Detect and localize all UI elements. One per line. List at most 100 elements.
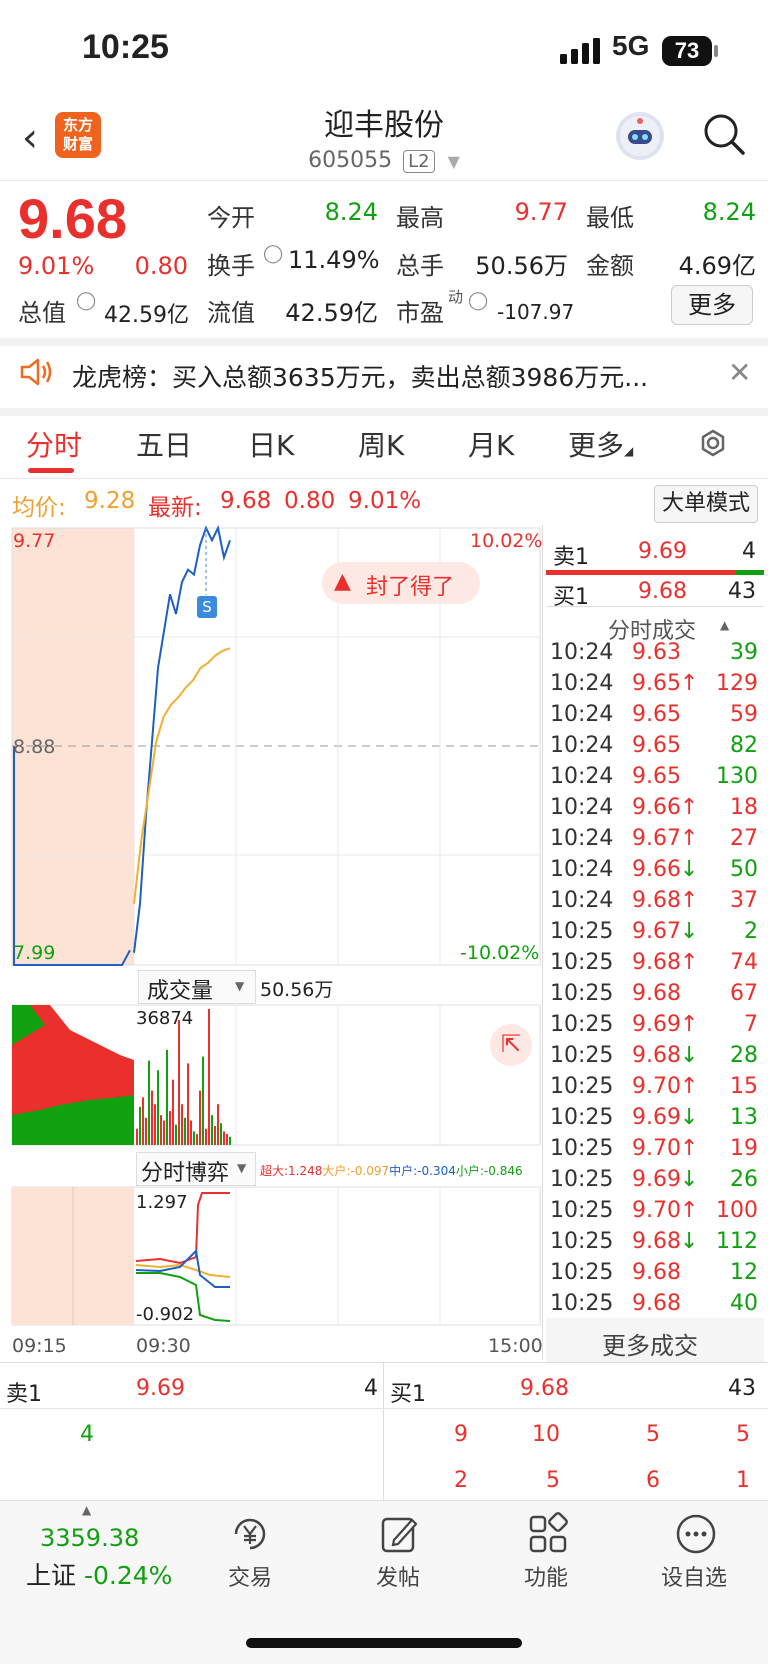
trade-time: 10:24 [550,857,614,882]
nav-post[interactable]: 发帖 [348,1560,448,1592]
search-icon[interactable] [702,112,746,156]
bottom-bid1-price: 9.68 [520,1376,569,1401]
trade-row: 10:25 9.68 67 [550,981,758,1012]
avg-label: 均价: [12,495,66,521]
post-icon[interactable] [378,1512,422,1556]
volume-selector[interactable]: 成交量 ▼ [138,970,256,1004]
bottom-ask1-price: 9.69 [136,1376,185,1401]
mcap-value: 42.59亿 [104,303,189,328]
bottom-bid1-label: 买1 [390,1382,426,1407]
volume-bar [208,1009,210,1145]
chevron-down-icon[interactable]: ▼ [448,152,460,171]
info-icon[interactable]: ◯ [76,290,96,311]
trade-volume: 100 [716,1198,758,1223]
trade-price: 9.68 [632,888,681,913]
home-indicator[interactable] [246,1638,522,1648]
bid-sub-volume: 2 [454,1468,468,1493]
amount-label: 金额 [586,252,634,280]
trade-row: 10:25 9.69 ↓ 13 [550,1105,758,1136]
expand-icon[interactable]: ⇱ [490,1024,532,1066]
volume-bar [151,1090,153,1145]
function-grid-icon[interactable] [526,1512,570,1556]
index-ticker[interactable]: 上证 -0.24% [26,1556,172,1592]
gear-icon[interactable] [696,426,730,460]
trade-volume: 59 [730,702,758,727]
open-value: 8.24 [324,198,378,226]
caret-up-icon[interactable]: ▲ [82,1503,91,1517]
trade-volume: 18 [730,795,758,820]
assistant-avatar-icon[interactable] [616,112,664,160]
more-button[interactable]: 更多 [671,285,753,325]
volume-bar [139,1106,141,1145]
longhu-banner[interactable]: 龙虎榜：买入总额3635万元，卖出总额3986万元... [72,358,648,394]
trade-row: 10:24 9.65 130 [550,764,758,795]
trade-direction: ↓ [680,1229,699,1254]
volume-bar [169,1111,171,1145]
tab-more[interactable]: 更多◢ [568,424,633,464]
info-icon[interactable]: ◯ [468,290,488,311]
trade-price: 9.69 [632,1012,681,1037]
sell-signal-marker[interactable]: S [197,596,217,618]
trade-row: 10:24 9.65 ↑ 129 [550,671,758,702]
latest-change: 0.80 [284,488,336,514]
trade-time: 10:24 [550,764,614,789]
trade-volume: 26 [730,1167,758,1192]
trade-icon[interactable] [228,1512,272,1556]
ask1-label: 卖1 [553,545,589,570]
trade-price: 9.68 [632,1260,681,1285]
tab-monthly-k[interactable]: 月K [468,424,514,464]
volume-bar [160,1115,162,1145]
game-axis-bottom: -0.902 [136,1304,195,1325]
trade-direction: ↑ [680,1012,699,1037]
trade-price: 9.65 [632,671,681,696]
turnover-label: 换手 [207,252,255,280]
volume-bar [226,1134,228,1145]
trade-direction: ↑ [680,826,699,851]
sell-power-bar [736,570,764,575]
nav-add-watchlist[interactable]: 设自选 [644,1560,744,1592]
more-trades-label: 更多成交 [602,1332,698,1360]
trade-row: 10:24 9.67 ↑ 27 [550,826,758,857]
trade-volume: 15 [730,1074,758,1099]
volume-bar [223,1131,225,1145]
limit-up-badge-text: 封了得了 [366,575,455,600]
stock-code: 605055 [308,148,393,173]
trade-time: 10:25 [550,1291,614,1316]
trade-row: 10:24 9.66 ↑ 18 [550,795,758,826]
trade-volume: 7 [744,1012,758,1037]
volume-bar [136,1128,138,1145]
trade-price: 9.68 [632,981,681,1006]
bid-sub-volume: 1 [736,1468,750,1493]
more-dots-icon[interactable] [674,1512,718,1556]
bid-sub-volume: 5 [546,1468,560,1493]
ask1-volume: 4 [742,539,756,564]
close-icon[interactable]: ✕ [728,356,751,389]
divider [0,478,768,479]
trade-time: 10:25 [550,1198,614,1223]
time-label-start: 09:15 [12,1335,67,1357]
tab-daily-k[interactable]: 日K [248,424,294,464]
nav-trade[interactable]: 交易 [200,1560,300,1592]
index-value[interactable]: 3359.38 [40,1524,139,1552]
tab-five-day[interactable]: 五日 [136,424,192,464]
game-axis-top: 1.297 [136,1192,188,1213]
tab-weekly-k[interactable]: 周K [358,424,404,464]
big-order-mode-button[interactable]: 大单模式 [654,485,758,523]
info-icon[interactable]: ◯ [263,243,283,264]
ask-sub-volume: 4 [80,1422,94,1447]
trade-volume: 129 [716,671,758,696]
trade-time: 10:24 [550,733,614,758]
tab-intraday[interactable]: 分时 [26,424,82,464]
trade-time: 10:24 [550,888,614,913]
trade-direction: ↓ [680,1105,699,1130]
limit-up-badge[interactable]: ▲ 封了得了 [322,562,480,604]
more-trades-button[interactable]: 更多成交 [546,1318,764,1362]
trade-row: 10:25 9.68 12 [550,1260,758,1291]
current-price: 9.68 [18,187,127,250]
trade-row: 10:25 9.69 ↑ 7 [550,1012,758,1043]
float-value: 42.59亿 [285,299,378,327]
divider [0,1408,768,1409]
game-selector[interactable]: 分时博弈 ▼ [136,1152,256,1186]
nav-function[interactable]: 功能 [496,1560,596,1592]
trade-price: 9.70 [632,1074,681,1099]
